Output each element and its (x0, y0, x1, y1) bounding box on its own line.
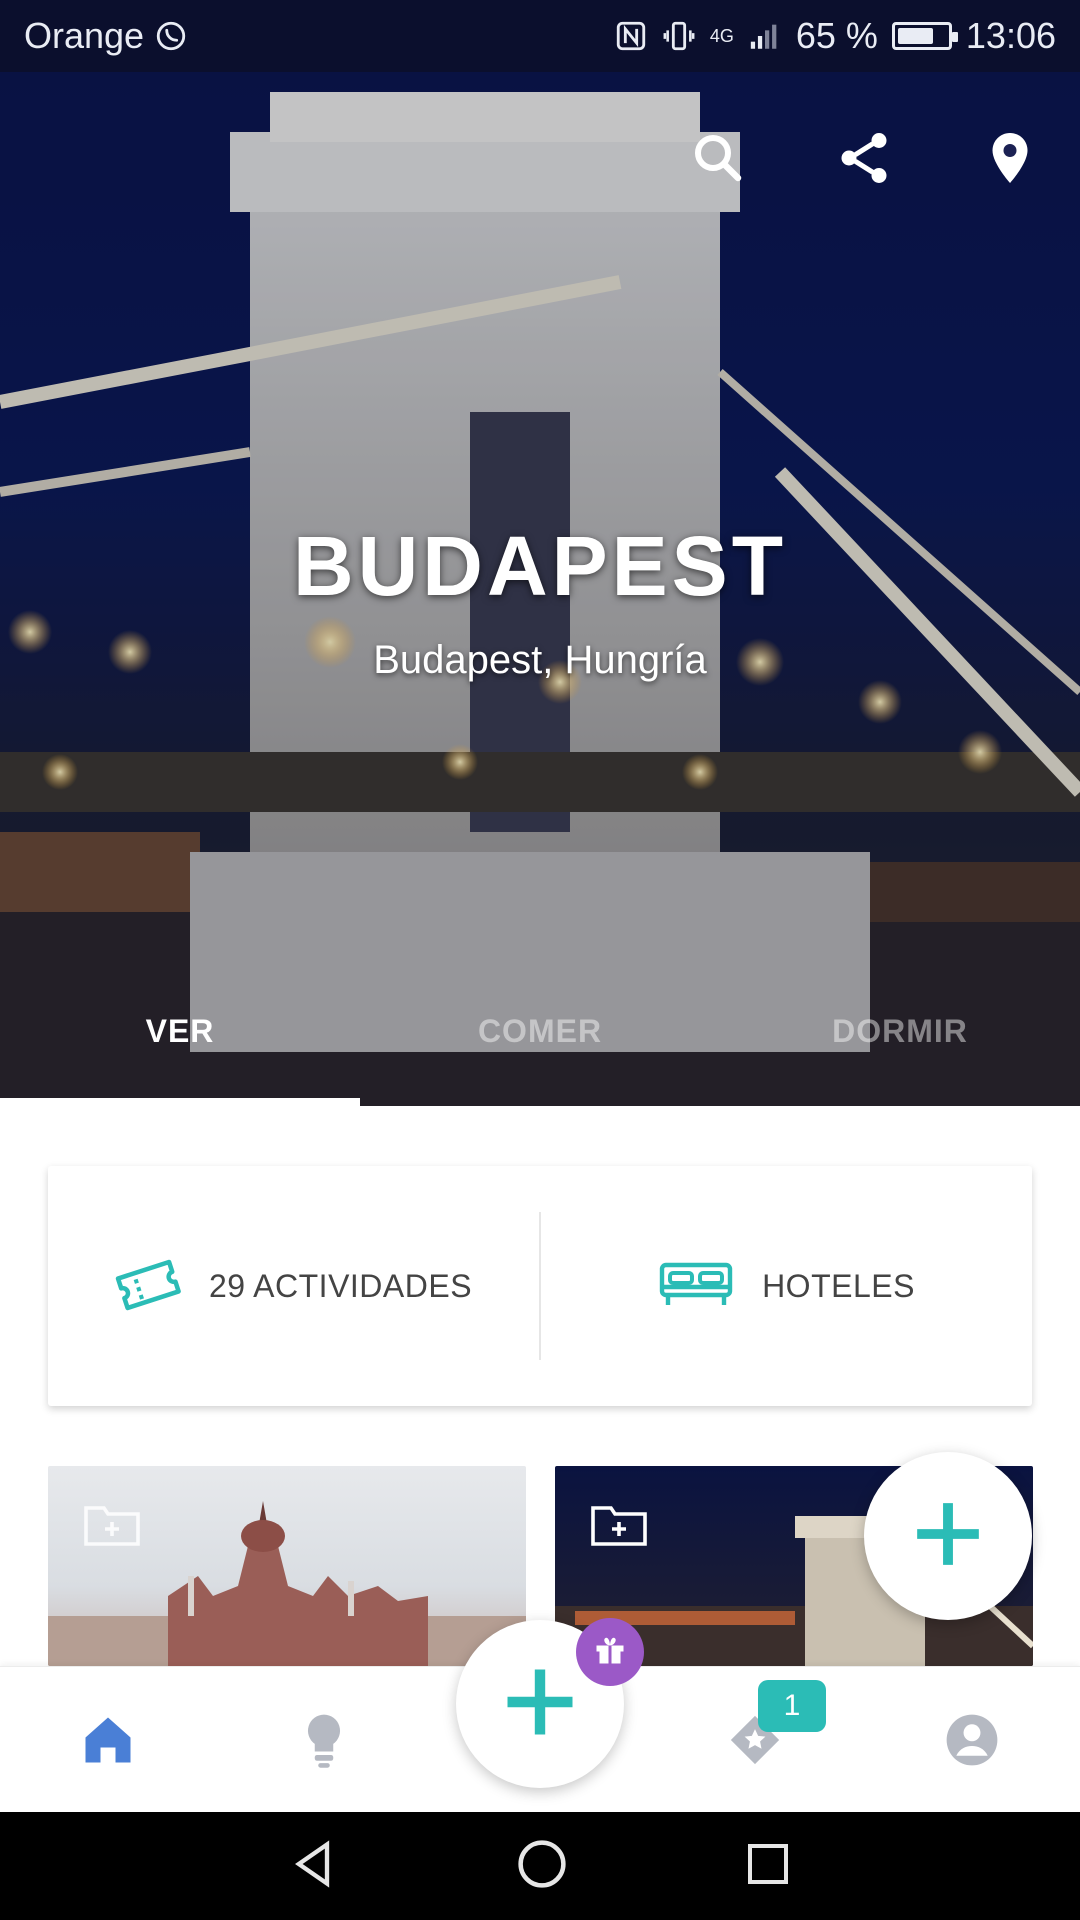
city-subtitle: Budapest, Hungría (373, 638, 707, 682)
folder-add-icon[interactable] (84, 1502, 140, 1548)
nav-home[interactable] (73, 1707, 143, 1777)
battery-icon (891, 22, 958, 50)
battery-percent: 65 % (795, 15, 878, 56)
network-type: 4G (709, 25, 734, 46)
hotels-label: HOTELES (762, 1267, 915, 1304)
favorites-count-badge: 1 (758, 1680, 826, 1732)
clock: 13:06 (965, 15, 1056, 56)
gift-badge[interactable] (576, 1618, 644, 1686)
tab-ver[interactable]: VER (0, 1013, 360, 1050)
carrier-name: Orange (24, 15, 145, 56)
tab-comer[interactable]: COMER (360, 1013, 720, 1050)
category-tabs: VER COMER DORMIR (0, 1013, 1080, 1050)
location-pin-icon[interactable] (980, 128, 1040, 188)
nav-ideas[interactable] (289, 1707, 359, 1777)
nav-profile[interactable] (937, 1707, 1007, 1777)
gift-icon (592, 1632, 628, 1673)
share-icon[interactable] (834, 128, 894, 188)
place-card-parliament[interactable] (48, 1466, 526, 1666)
home-circle-icon[interactable] (515, 1837, 569, 1896)
add-icon (501, 1663, 579, 1746)
hotels-button[interactable]: HOTELES (541, 1166, 1032, 1406)
whatsapp-icon (154, 19, 188, 53)
hero-header: BUDAPEST Budapest, Hungría VER COMER DOR… (0, 72, 1080, 1106)
status-bar: Orange 4G 65 % 13:06 (0, 0, 1080, 72)
lightbulb-icon (296, 1710, 352, 1775)
back-icon[interactable] (288, 1838, 340, 1895)
system-navigation-bar (0, 1812, 1080, 1920)
activities-button[interactable]: 29 ACTIVIDADES (48, 1166, 539, 1406)
recents-icon[interactable] (744, 1840, 792, 1893)
add-to-trip-button[interactable] (864, 1452, 1032, 1620)
tab-dormir[interactable]: DORMIR (720, 1013, 1080, 1050)
city-title: BUDAPEST (292, 519, 788, 613)
activities-label: 29 ACTIVIDADES (208, 1267, 473, 1304)
active-tab-indicator (0, 1098, 360, 1106)
vibrate-icon (662, 19, 696, 53)
summary-card: 29 ACTIVIDADES HOTELES (48, 1166, 1032, 1406)
nfc-icon (614, 19, 648, 53)
plus-icon (911, 1497, 985, 1576)
ticket-icon (115, 1255, 181, 1318)
profile-icon (943, 1711, 1001, 1774)
folder-add-icon[interactable] (591, 1502, 647, 1548)
parliament-image (48, 1501, 526, 1666)
search-icon[interactable] (688, 128, 748, 188)
home-icon (78, 1710, 138, 1775)
signal-icon (748, 19, 782, 53)
bed-icon (658, 1259, 734, 1314)
